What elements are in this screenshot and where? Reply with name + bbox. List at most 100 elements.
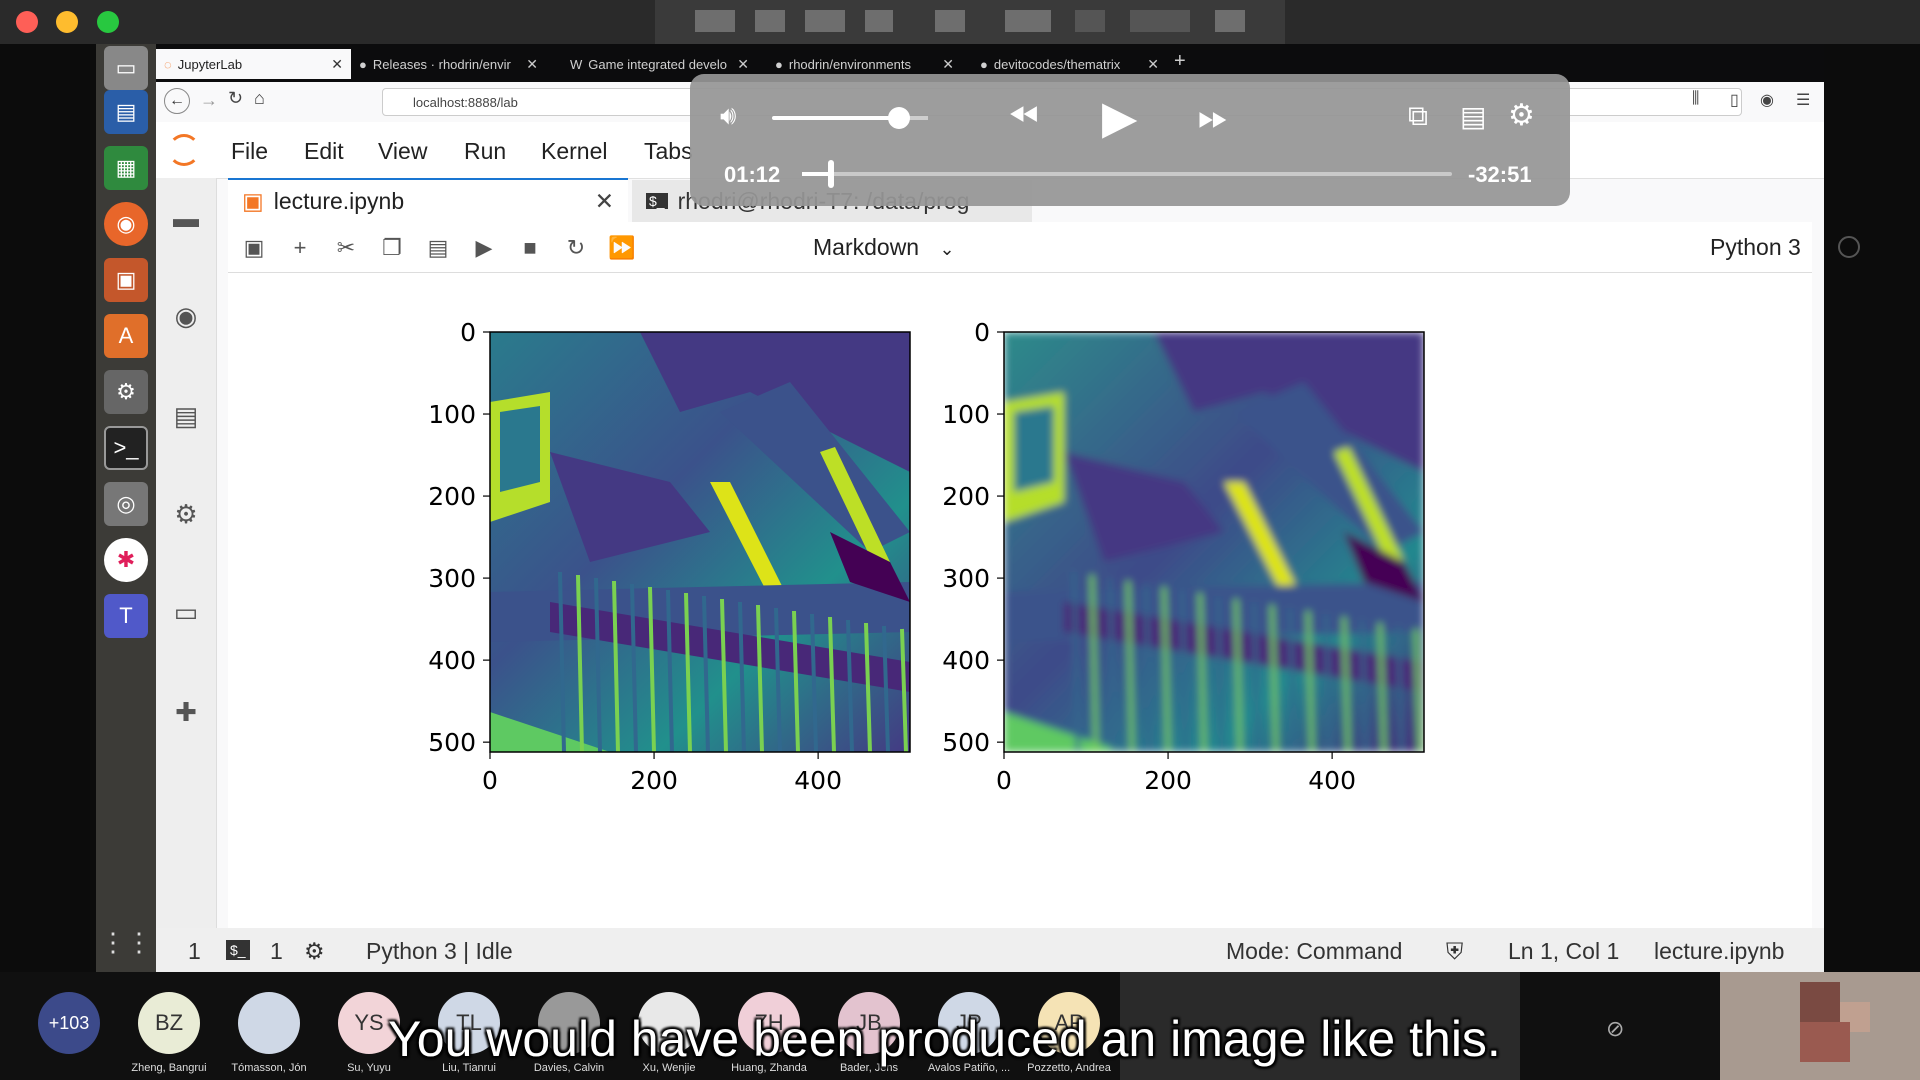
files-icon[interactable]: ▭ [104, 46, 148, 90]
volume-slider[interactable] [772, 116, 900, 120]
fast-forward-icon[interactable]: ⏩︎ [1198, 96, 1228, 139]
tabs-icon[interactable]: ▭ [168, 594, 204, 630]
close-icon[interactable]: ✕ [595, 188, 614, 215]
forward-icon[interactable]: → [200, 90, 218, 111]
teams-icon[interactable]: T [104, 594, 148, 638]
participant-avatar[interactable]: BZ [138, 992, 200, 1054]
volume-icon[interactable]: 🔊︎ [720, 100, 736, 132]
insert-cell-icon[interactable]: + [284, 232, 316, 264]
close-icon[interactable]: ✕ [1147, 56, 1159, 73]
cell-type-select[interactable]: Markdown ⌄ [813, 234, 955, 261]
running-icon[interactable]: ◉ [168, 298, 204, 334]
minimize-window-button[interactable] [56, 11, 78, 33]
jupyter-statusbar: 1 $_ 1 ⚙ Python 3 | Idle Mode: Command ⛨… [156, 928, 1824, 972]
participants-overflow[interactable]: +103 [38, 992, 100, 1054]
cursor-position[interactable]: Ln 1, Col 1 [1508, 938, 1619, 965]
kernel-name[interactable]: Python 3 [1710, 234, 1801, 261]
menu-icon[interactable]: ☰ [1796, 90, 1810, 110]
close-icon[interactable]: ✕ [942, 56, 954, 73]
account-icon[interactable]: ◉ [1760, 90, 1774, 110]
library-icon[interactable]: ⫼ [1692, 90, 1699, 108]
show-apps-icon[interactable]: ⋮⋮ [100, 920, 152, 964]
run-icon[interactable]: ▶ [468, 232, 500, 264]
save-icon[interactable]: ▣ [238, 232, 270, 264]
slack-icon[interactable]: ✱ [104, 538, 148, 582]
y-tick-label: 400 [942, 646, 990, 675]
extensions-icon[interactable]: ✚ [168, 694, 204, 730]
calc-icon[interactable]: ▦ [104, 146, 148, 190]
maximize-window-button[interactable] [97, 11, 119, 33]
commands-icon[interactable]: ▤ [168, 398, 204, 434]
new-tab-button[interactable]: + [1174, 50, 1186, 73]
chevron-down-icon: ⌄ [939, 239, 955, 259]
firefox-icon[interactable]: ◉ [104, 202, 148, 246]
close-window-button[interactable] [16, 11, 38, 33]
rewind-icon[interactable]: ⏪︎ [1008, 96, 1038, 139]
browser-tab-jupyterlab[interactable]: ◌ JupyterLab ✕ [156, 49, 351, 79]
play-icon[interactable]: ▶ [1102, 90, 1137, 144]
participant-name: Tómasson, Jón [231, 1062, 307, 1074]
menu-view[interactable]: View [378, 138, 427, 165]
y-tick-label: 0 [974, 318, 990, 347]
camera-off-icon: ⊘ [1606, 1016, 1625, 1041]
picture-in-picture-icon[interactable]: ⧉ [1408, 100, 1428, 133]
y-tick-label: 100 [942, 400, 990, 429]
stop-icon[interactable]: ■ [514, 232, 546, 264]
software-center-icon[interactable]: A [104, 314, 148, 358]
disk-icon[interactable]: ◎ [104, 482, 148, 526]
close-icon[interactable]: ✕ [526, 56, 538, 73]
image-region [1014, 406, 1054, 492]
settings-gear-icon[interactable]: ⚙ [1508, 98, 1535, 133]
app-launcher: ▭ ▤ ▦ ◉ ▣ A ⚙ >_ ◎ ✱ T ⋮⋮ [96, 44, 156, 972]
back-icon[interactable]: ← [164, 88, 190, 114]
seek-bar[interactable] [802, 172, 1452, 176]
y-tick-label: 300 [428, 564, 476, 593]
volume-knob[interactable] [888, 107, 910, 129]
run-all-icon[interactable]: ⏩ [606, 232, 638, 264]
y-tick-label: 200 [428, 482, 476, 511]
impress-icon[interactable]: ▣ [104, 258, 148, 302]
folder-icon[interactable]: ▬ [168, 200, 204, 236]
restart-icon[interactable]: ↻ [560, 232, 592, 264]
menu-tabs[interactable]: Tabs [644, 138, 693, 165]
tab-notebook[interactable]: ▣ lecture.ipynb ✕ [228, 178, 628, 222]
video-player-controls: 🔊︎ ⏪︎ ▶ ⏩︎ ⧉ ▤ ⚙ 01:12 -32:51 [690, 74, 1570, 206]
seek-handle[interactable] [828, 160, 834, 188]
kernel-status-icon [1838, 236, 1860, 258]
home-icon[interactable]: ⌂ [254, 88, 265, 109]
memory-icon: ⚙ [304, 938, 325, 964]
jupyter-icon: ◌ [164, 56, 172, 72]
heatmap-image [1004, 332, 1424, 752]
x-tick-label: 400 [794, 766, 842, 795]
close-icon[interactable]: ✕ [331, 56, 343, 73]
browser-tab-releases[interactable]: ● Releases · rhodrin/envir ✕ [351, 49, 546, 79]
menu-edit[interactable]: Edit [304, 138, 344, 165]
status-terminal-count: 1 [270, 938, 283, 964]
subtitles-icon[interactable]: ▤ [1460, 100, 1486, 133]
x-tick-label: 400 [1308, 766, 1356, 795]
seek-bar-fill [802, 172, 830, 176]
settings-icon[interactable]: ⚙ [104, 370, 148, 414]
subtitle-caption: You would have been produced an image li… [388, 1011, 1501, 1067]
menu-file[interactable]: File [231, 138, 268, 165]
kernel-state[interactable]: Python 3 | Idle [366, 938, 513, 965]
writer-icon[interactable]: ▤ [104, 90, 148, 134]
github-icon: ● [359, 56, 367, 72]
terminal-icon: $_ [226, 940, 250, 960]
property-inspector-icon[interactable]: ⚙ [168, 496, 204, 532]
sidebar-icon[interactable]: ▯ [1730, 90, 1739, 110]
status-count: 1 [188, 938, 201, 964]
y-tick-label: 400 [428, 646, 476, 675]
menu-kernel[interactable]: Kernel [541, 138, 607, 165]
close-icon[interactable]: ✕ [737, 56, 749, 73]
remaining-time: -32:51 [1468, 162, 1532, 187]
copy-icon[interactable]: ❐ [376, 232, 408, 264]
paste-icon[interactable]: ▤ [422, 232, 454, 264]
y-tick-label: 500 [428, 728, 476, 757]
cell-output: 0 200 400 0 100 200 300 400 500 0 200 400 0 100 200 300… [228, 273, 1812, 963]
participant-avatar[interactable] [238, 992, 300, 1054]
menu-run[interactable]: Run [464, 138, 506, 165]
reload-icon[interactable]: ↻ [228, 88, 243, 109]
terminal-icon[interactable]: >_ [104, 426, 148, 470]
cut-icon[interactable]: ✂ [330, 232, 362, 264]
